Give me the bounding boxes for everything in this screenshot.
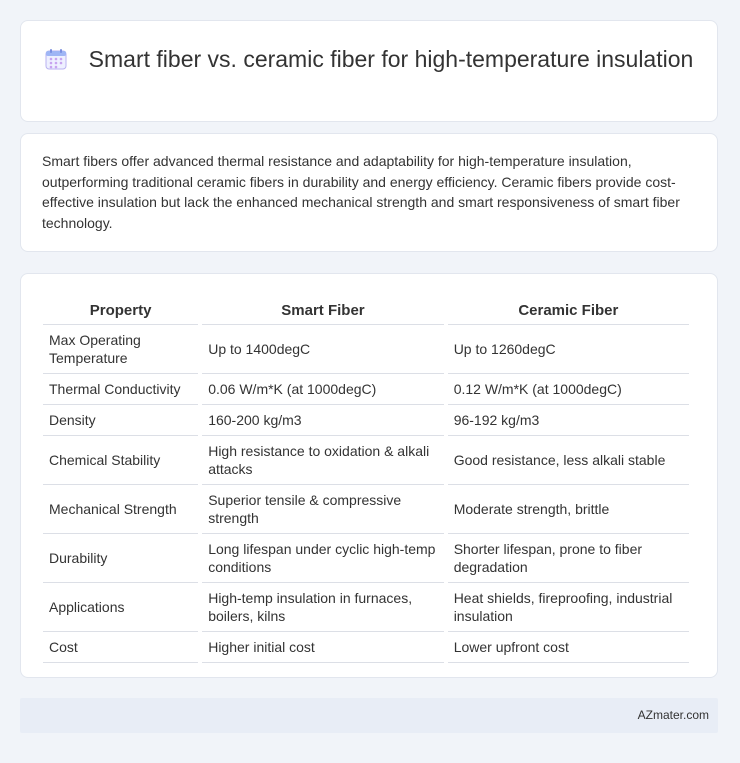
footer-bar: AZmater.com xyxy=(20,698,718,733)
property-cell: Max Operating Temperature xyxy=(43,325,199,374)
summary-card: Smart fibers offer advanced thermal resi… xyxy=(20,133,718,252)
ceramic-fiber-cell: Moderate strength, brittle xyxy=(447,485,689,534)
table-row: Cost Higher initial cost Lower upfront c… xyxy=(43,632,689,663)
ceramic-fiber-cell: Up to 1260degC xyxy=(447,325,689,374)
smart-fiber-cell: High-temp insulation in furnaces, boiler… xyxy=(202,583,444,632)
table-row: Thermal Conductivity 0.06 W/m*K (at 1000… xyxy=(43,374,689,405)
smart-fiber-cell: Up to 1400degC xyxy=(202,325,444,374)
header-property: Property xyxy=(43,293,199,325)
table-row: Mechanical Strength Superior tensile & c… xyxy=(43,485,689,534)
footer-brand: AZmater.com xyxy=(637,708,709,722)
comparison-table-card: Property Smart Fiber Ceramic Fiber Max O… xyxy=(20,273,718,678)
smart-fiber-cell: Long lifespan under cyclic high-temp con… xyxy=(202,534,444,583)
table-row: Max Operating Temperature Up to 1400degC… xyxy=(43,325,689,374)
table-row: Applications High-temp insulation in fur… xyxy=(43,583,689,632)
page-title-block: Smart fiber vs. ceramic fiber for high-t… xyxy=(21,45,717,74)
ceramic-fiber-cell: 0.12 W/m*K (at 1000degC) xyxy=(447,374,689,405)
ceramic-fiber-cell: Shorter lifespan, prone to fiber degrada… xyxy=(447,534,689,583)
smart-fiber-cell: High resistance to oxidation & alkali at… xyxy=(202,436,444,485)
property-cell: Chemical Stability xyxy=(43,436,199,485)
smart-fiber-cell: Higher initial cost xyxy=(202,632,444,663)
property-cell: Durability xyxy=(43,534,199,583)
property-cell: Thermal Conductivity xyxy=(43,374,199,405)
header-ceramic-fiber: Ceramic Fiber xyxy=(447,293,689,325)
table-header-row: Property Smart Fiber Ceramic Fiber xyxy=(43,293,689,325)
property-cell: Density xyxy=(43,405,199,436)
comparison-table: Property Smart Fiber Ceramic Fiber Max O… xyxy=(39,293,693,663)
property-cell: Mechanical Strength xyxy=(43,485,199,534)
table-row: Durability Long lifespan under cyclic hi… xyxy=(43,534,689,583)
property-cell: Cost xyxy=(43,632,199,663)
summary-text: Smart fibers offer advanced thermal resi… xyxy=(42,153,680,231)
calendar-icon xyxy=(45,48,67,70)
table-row: Density 160-200 kg/m3 96-192 kg/m3 xyxy=(43,405,689,436)
smart-fiber-cell: Superior tensile & compressive strength xyxy=(202,485,444,534)
ceramic-fiber-cell: 96-192 kg/m3 xyxy=(447,405,689,436)
ceramic-fiber-cell: Lower upfront cost xyxy=(447,632,689,663)
table-row: Chemical Stability High resistance to ox… xyxy=(43,436,689,485)
smart-fiber-cell: 160-200 kg/m3 xyxy=(202,405,444,436)
property-cell: Applications xyxy=(43,583,199,632)
smart-fiber-cell: 0.06 W/m*K (at 1000degC) xyxy=(202,374,444,405)
ceramic-fiber-cell: Heat shields, fireproofing, industrial i… xyxy=(447,583,689,632)
page-title: Smart fiber vs. ceramic fiber for high-t… xyxy=(88,46,694,72)
ceramic-fiber-cell: Good resistance, less alkali stable xyxy=(447,436,689,485)
title-card: Smart fiber vs. ceramic fiber for high-t… xyxy=(20,20,718,122)
header-smart-fiber: Smart Fiber xyxy=(202,293,444,325)
